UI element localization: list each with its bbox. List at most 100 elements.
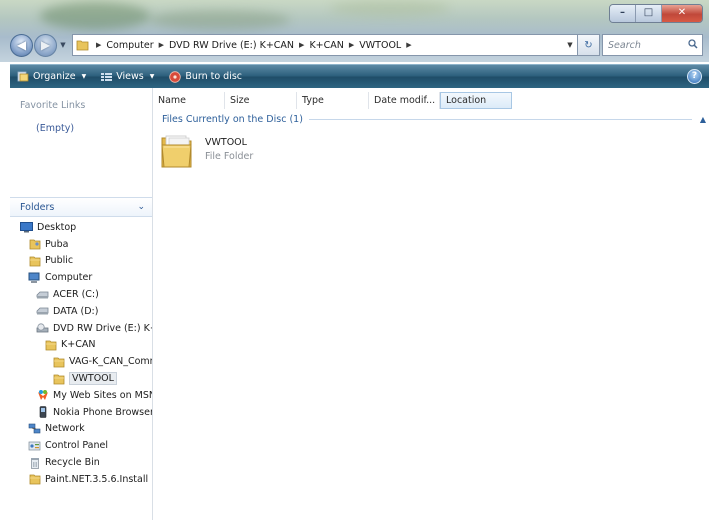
- folder-tree-item[interactable]: Recycle Bin: [10, 454, 152, 471]
- folder-tree-item[interactable]: DATA (D:): [10, 303, 152, 320]
- chevron-right-icon: ▶: [96, 41, 102, 49]
- column-header-size[interactable]: Size: [225, 92, 297, 109]
- breadcrumb-item[interactable]: ▶ DVD RW Drive (E:) K+CAN: [154, 40, 294, 51]
- folder-tree-item[interactable]: Network: [10, 421, 152, 438]
- minimize-button[interactable]: –: [610, 5, 636, 22]
- burn-label: Burn to disc: [185, 71, 243, 82]
- file-item[interactable]: VWTOOL File Folder: [160, 132, 290, 172]
- column-header-name[interactable]: Name: [153, 92, 225, 109]
- recycle-bin-icon: [28, 457, 41, 469]
- chevron-down-icon: ▼: [81, 73, 87, 80]
- breadcrumb-item[interactable]: ▶ Computer: [91, 40, 154, 51]
- folder-tree-item[interactable]: My Web Sites on MSN: [10, 387, 152, 404]
- breadcrumb-item[interactable]: ▶ VWTOOL ▶: [344, 40, 417, 51]
- chevron-down-icon: ▼: [149, 73, 155, 80]
- address-bar[interactable]: ▶ Computer ▶ DVD RW Drive (E:) K+CAN ▶ K+CA…: [72, 34, 578, 56]
- folder-tree-label: Paint.NET.3.5.6.Install: [45, 473, 149, 485]
- collapse-chevron-icon[interactable]: ▲: [700, 115, 706, 124]
- maximize-button[interactable]: □: [636, 5, 662, 22]
- group-divider: [308, 118, 692, 120]
- folder-tree-item[interactable]: Paint.NET.3.5.6.Install: [10, 471, 152, 488]
- folder-tree-label: Network: [45, 423, 85, 435]
- views-icon: [101, 72, 113, 82]
- folder-icon: [28, 255, 41, 267]
- chevron-right-icon: ▶: [348, 41, 355, 49]
- forward-arrow-icon: ▶: [40, 38, 51, 52]
- views-button[interactable]: Views ▼: [94, 65, 162, 88]
- folder-tree-item[interactable]: VWTOOL: [10, 370, 152, 387]
- folder-tree-label: VWTOOL: [69, 372, 117, 386]
- folder-icon: [76, 39, 89, 51]
- column-header-date-modified[interactable]: Date modif...: [369, 92, 440, 109]
- folder-tree-label: My Web Sites on MSN: [53, 389, 152, 401]
- breadcrumb-item[interactable]: ▶ K+CAN: [294, 40, 344, 51]
- dvd-drive-icon: [36, 322, 49, 334]
- folder-tree-label: Nokia Phone Browser: [53, 406, 152, 418]
- navigation-bar: ◀ ▶ ▼ ▶ Computer ▶ DVD RW Drive (E:) K+CAN…: [10, 33, 703, 57]
- file-list-pane: Name Size Type Date modif... Location Fi…: [153, 88, 709, 520]
- phone-icon: [36, 406, 49, 418]
- refresh-icon: ↻: [584, 39, 593, 51]
- folder-tree-label: DATA (D:): [53, 305, 99, 317]
- folder-tree-label: Control Panel: [45, 440, 108, 452]
- folders-header: Folders: [20, 201, 55, 213]
- command-bar: Organize ▼ Views ▼ Burn to disc ?: [10, 64, 709, 88]
- column-header-location[interactable]: Location: [440, 92, 512, 109]
- close-button[interactable]: ✕: [662, 5, 702, 22]
- folder-tree-label: Public: [45, 255, 74, 267]
- folder-tree-item[interactable]: ACER (C:): [10, 286, 152, 303]
- file-item-type: File Folder: [205, 151, 254, 162]
- group-title: Files Currently on the Disc (1): [162, 113, 303, 125]
- folder-tree-item[interactable]: K+CAN: [10, 337, 152, 354]
- group-header[interactable]: Files Currently on the Disc (1) ▲: [162, 112, 707, 126]
- folder-icon: [44, 339, 57, 351]
- folder-tree-label: ACER (C:): [53, 289, 99, 301]
- address-dropdown-icon[interactable]: ▼: [563, 41, 577, 49]
- chevron-right-icon[interactable]: ▶: [406, 41, 411, 49]
- folder-icon: [160, 132, 194, 170]
- computer-icon: [28, 272, 41, 284]
- window-controls: – □ ✕: [609, 4, 703, 23]
- search-placeholder: Search: [608, 39, 641, 51]
- recent-pages-dropdown[interactable]: ▼: [57, 41, 69, 49]
- folder-tree-item[interactable]: Public: [10, 253, 152, 270]
- msn-icon: [36, 389, 49, 401]
- folders-toggle[interactable]: Folders ⌄: [10, 197, 152, 217]
- folder-tree-label: Computer: [45, 272, 93, 284]
- desktop-icon: [20, 221, 33, 233]
- file-item-name: VWTOOL: [205, 137, 247, 148]
- favorite-links-empty: (Empty): [36, 123, 75, 134]
- hard-drive-icon: [36, 305, 49, 317]
- column-headers: Name Size Type Date modif... Location: [153, 92, 709, 109]
- organize-icon: [17, 71, 29, 82]
- folder-tree-item[interactable]: Desktop: [10, 219, 152, 236]
- folder-icon: [52, 373, 65, 385]
- help-icon[interactable]: ?: [687, 69, 702, 84]
- burn-to-disc-button[interactable]: Burn to disc: [162, 65, 250, 88]
- folder-tree-item[interactable]: Nokia Phone Browser: [10, 404, 152, 421]
- folder-tree-label: DVD RW Drive (E:) K+CAN: [53, 322, 152, 334]
- folder-tree-item[interactable]: Puba: [10, 236, 152, 253]
- back-arrow-icon: ◀: [16, 38, 27, 52]
- folder-tree-item[interactable]: DVD RW Drive (E:) K+CAN: [10, 320, 152, 337]
- control-panel-icon: [28, 440, 41, 452]
- folder-tree-item[interactable]: Computer: [10, 269, 152, 286]
- magnifier-icon[interactable]: [684, 38, 702, 52]
- favorite-links-header: Favorite Links: [20, 100, 86, 111]
- chevron-right-icon: ▶: [299, 41, 305, 49]
- folder-tree-label: Recycle Bin: [45, 457, 100, 469]
- navigation-pane: Favorite Links (Empty) Folders ⌄ Desktop…: [10, 88, 153, 520]
- organize-label: Organize: [33, 71, 76, 82]
- search-input[interactable]: Search: [602, 34, 703, 56]
- forward-button[interactable]: ▶: [34, 33, 57, 57]
- views-label: Views: [116, 71, 144, 82]
- folder-icon: [52, 356, 65, 368]
- folder-tree-label: VAG-K_CAN_Commander: [69, 356, 152, 368]
- organize-button[interactable]: Organize ▼: [10, 65, 94, 88]
- refresh-button[interactable]: ↻: [578, 34, 600, 56]
- network-icon: [28, 423, 41, 435]
- back-button[interactable]: ◀: [10, 33, 33, 57]
- column-header-type[interactable]: Type: [297, 92, 369, 109]
- folder-tree-item[interactable]: Control Panel: [10, 437, 152, 454]
- folder-tree-item[interactable]: VAG-K_CAN_Commander: [10, 353, 152, 370]
